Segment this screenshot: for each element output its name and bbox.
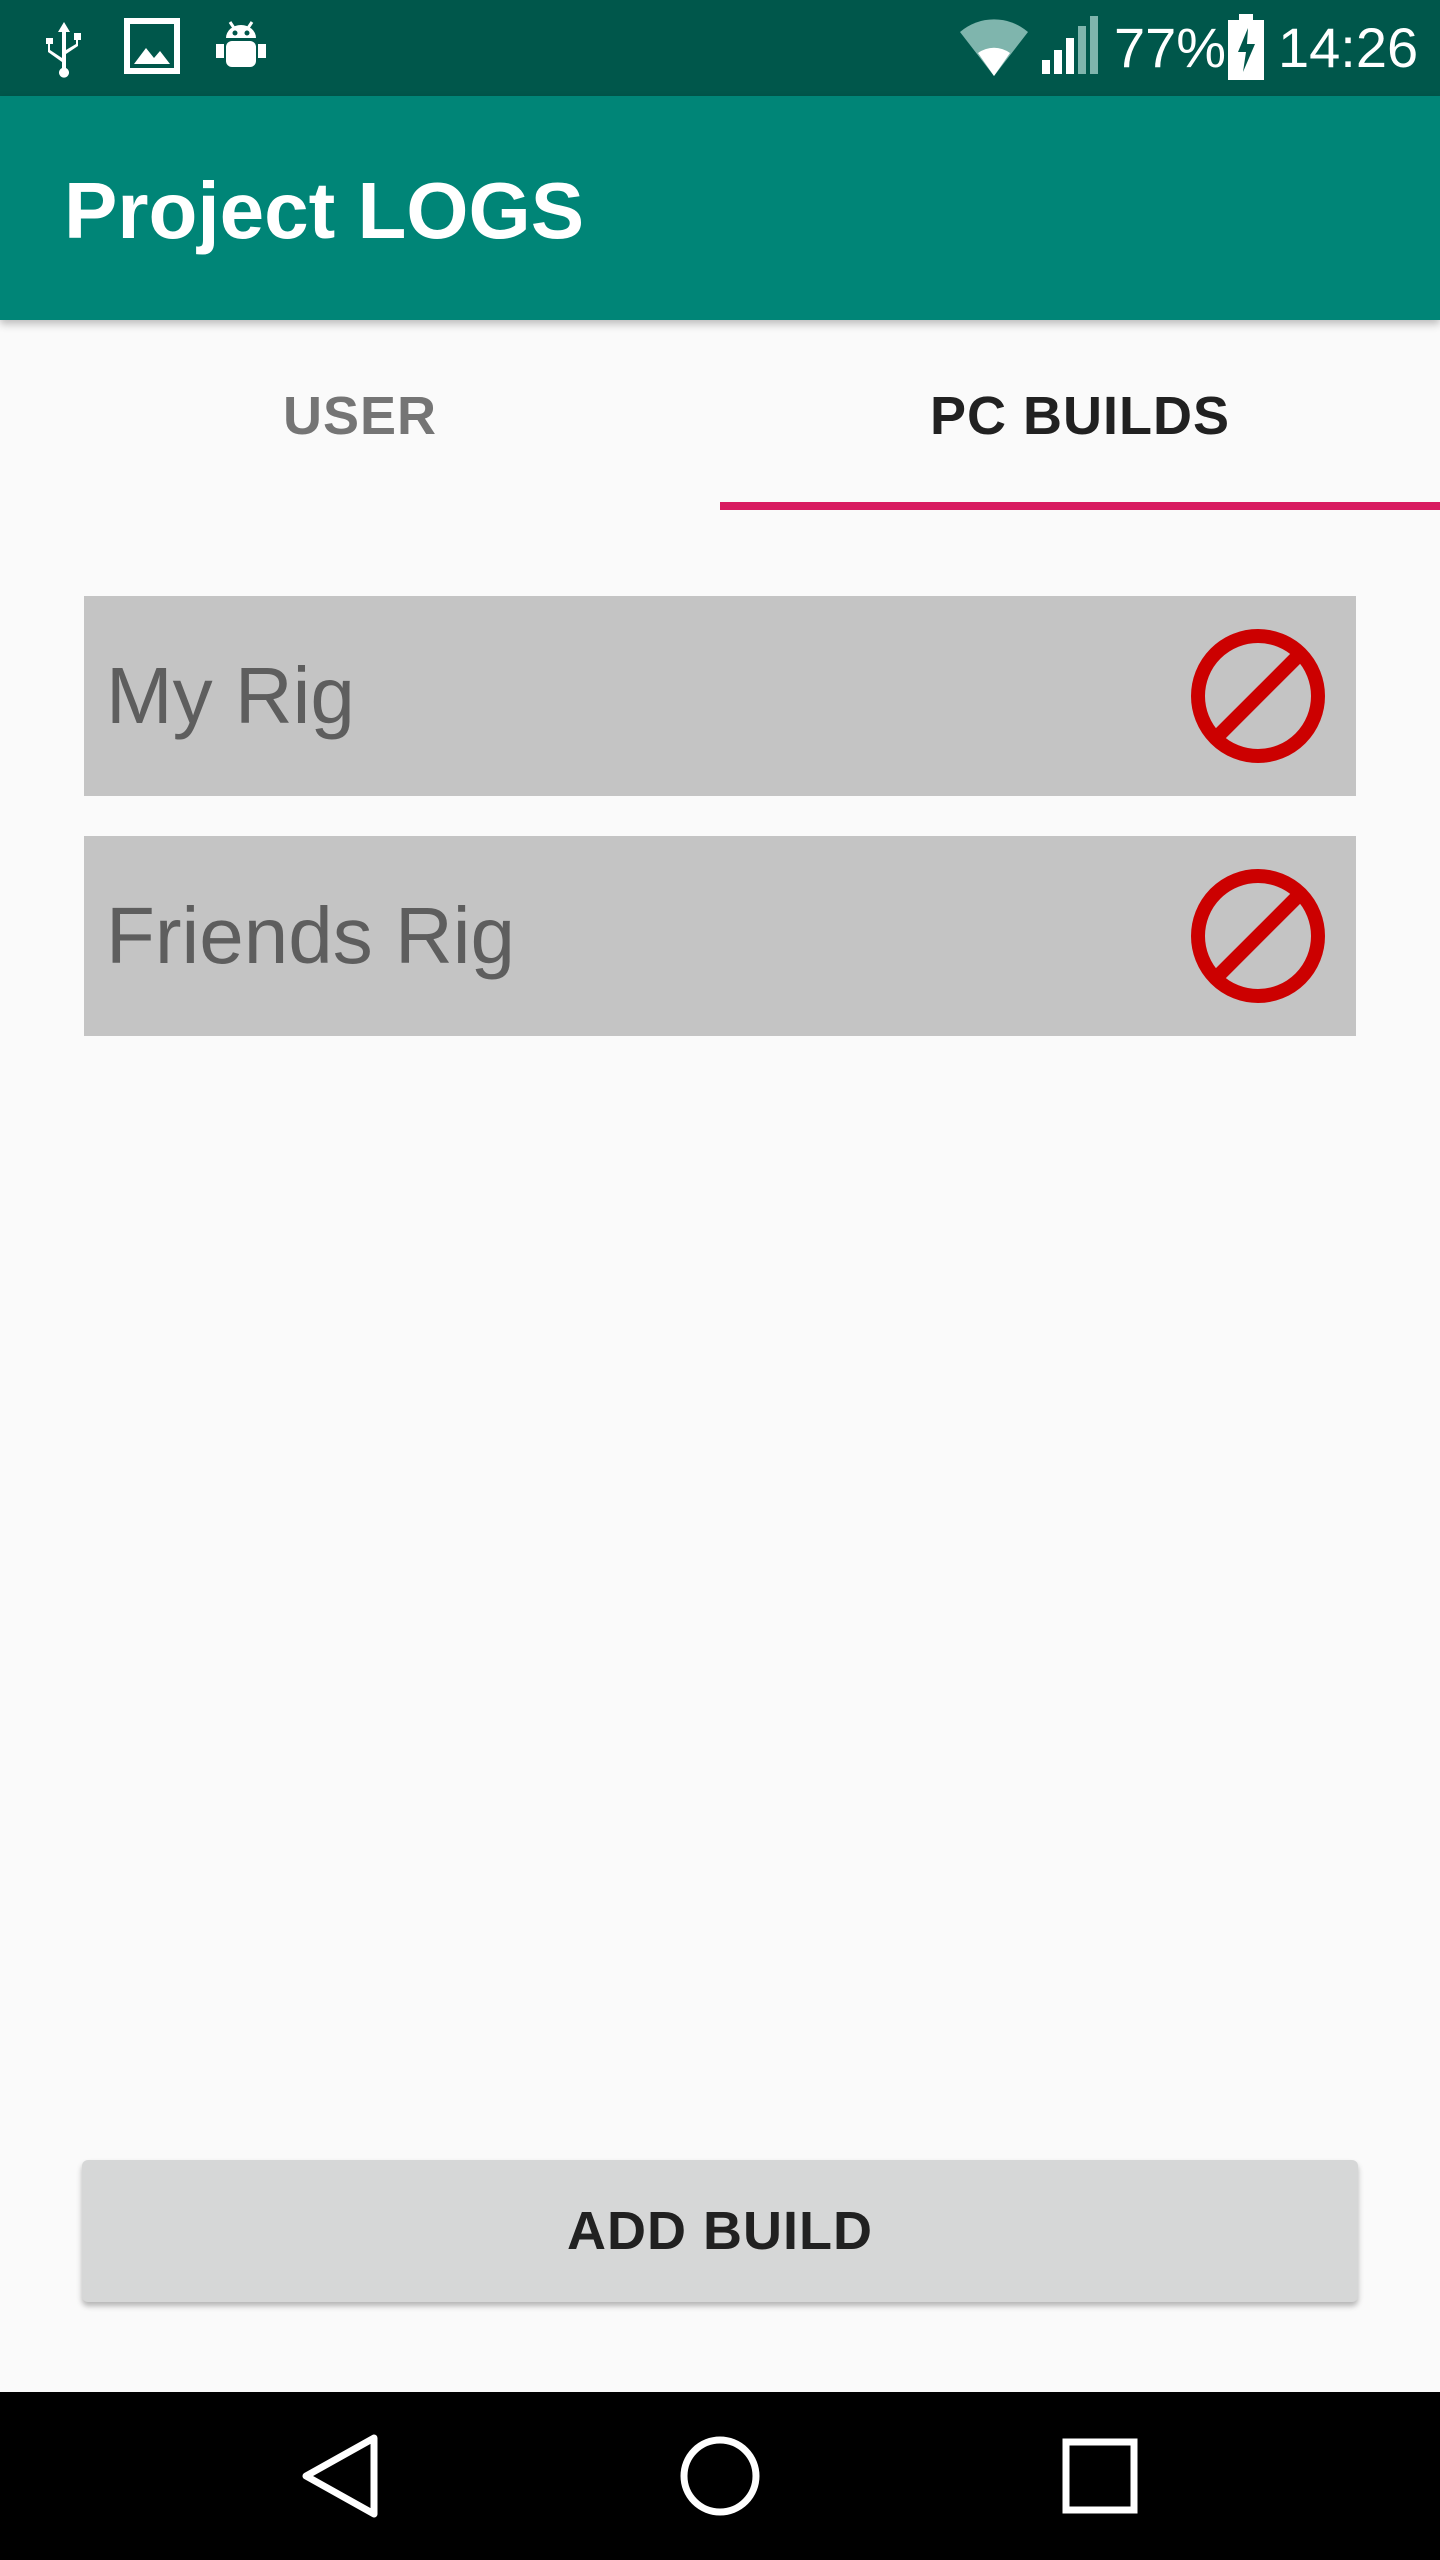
app-title: Project LOGS (64, 166, 585, 255)
android-debug-icon (216, 21, 266, 67)
status-bar: 77% 14:26 (0, 0, 1440, 96)
battery-charging-icon (1228, 14, 1264, 80)
tab-user[interactable]: USER (0, 320, 720, 512)
build-list-item[interactable]: Friends Rig (84, 836, 1356, 1036)
tab-bar: USER PC BUILDS (0, 320, 1440, 512)
image-icon (124, 18, 180, 74)
home-icon[interactable] (670, 2426, 770, 2526)
delete-icon[interactable] (1188, 866, 1328, 1006)
tab-indicator (720, 502, 1440, 510)
back-icon[interactable] (290, 2426, 390, 2526)
wifi-icon (960, 19, 1028, 76)
recents-icon[interactable] (1050, 2426, 1150, 2526)
clock: 14:26 (1278, 16, 1419, 79)
build-name: Friends Rig (106, 891, 516, 980)
battery-percent: 77% (1114, 16, 1227, 79)
build-name: My Rig (106, 651, 355, 740)
build-list-item[interactable]: My Rig (84, 596, 1356, 796)
navigation-bar (0, 2392, 1440, 2560)
tab-pc-builds[interactable]: PC BUILDS (720, 320, 1440, 512)
add-build-button[interactable]: ADD BUILD (82, 2160, 1358, 2302)
usb-icon (46, 22, 81, 78)
delete-icon[interactable] (1188, 626, 1328, 766)
app-bar: Project LOGS (0, 96, 1440, 320)
signal-icon (1042, 16, 1098, 74)
